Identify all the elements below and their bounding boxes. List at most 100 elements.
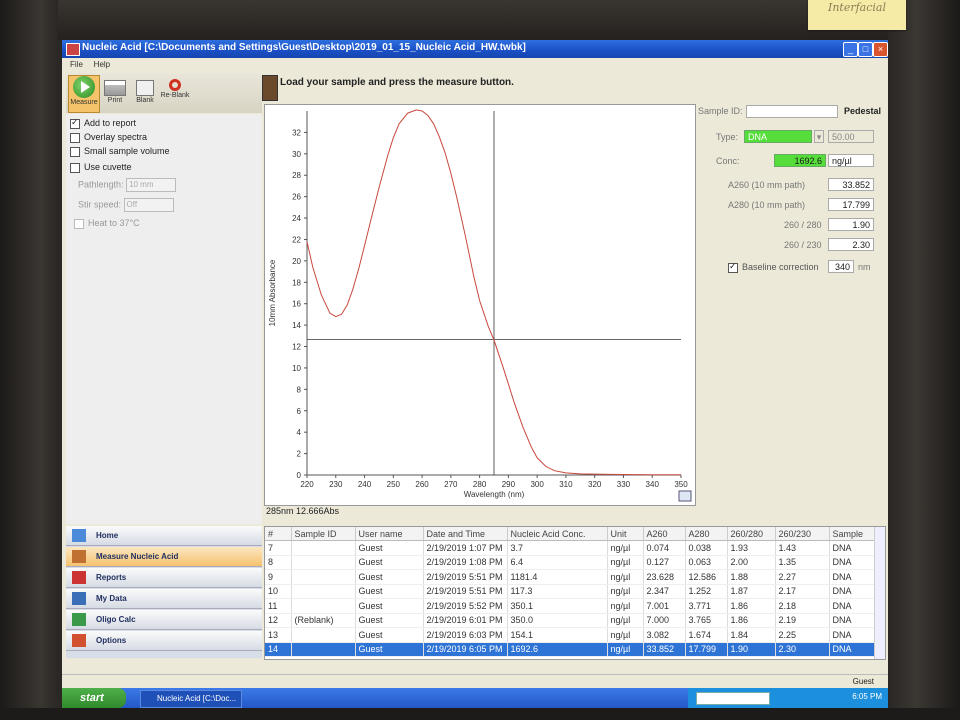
table-cell: 3.7: [507, 540, 608, 556]
window-title: Nucleic Acid [C:\Documents and Settings\…: [82, 42, 526, 53]
options-panel: Add to report Overlay spectra Small samp…: [66, 114, 262, 524]
table-cell: 1.87: [727, 584, 776, 599]
table-cell: DNA: [829, 627, 876, 643]
sample-id-input[interactable]: [746, 105, 838, 118]
type-select[interactable]: DNA: [744, 130, 812, 143]
y-tick-label: 26: [292, 193, 301, 202]
checkbox-icon: [74, 218, 84, 229]
table-cell: [291, 569, 356, 585]
pathlength-select[interactable]: 10 mm: [126, 178, 177, 192]
small-sample-checkbox[interactable]: Small sample volume: [70, 146, 170, 157]
use-cuvette-label: Use cuvette: [84, 162, 132, 172]
table-cell: 2/19/2019 5:51 PM: [423, 584, 508, 599]
sample-results-panel: Sample ID: Pedestal Type: DNA ▾ 50.00 Co…: [696, 104, 888, 524]
overlay-spectra-checkbox[interactable]: Overlay spectra: [70, 132, 147, 143]
heat-checkbox[interactable]: Heat to 37°C: [74, 218, 140, 229]
table-row[interactable]: 10 Guest 2/19/2019 5:51 PM 117.3 ng/µl 2.347 1…: [265, 584, 876, 599]
table-scrollbar[interactable]: [874, 527, 885, 659]
taskbar-item-nucleic-acid[interactable]: Nucleic Acid [C:\Doc...: [140, 690, 242, 708]
y-tick-label: 4: [297, 428, 302, 437]
column-header[interactable]: Sample: [829, 527, 876, 541]
menu-file[interactable]: File: [70, 58, 83, 72]
table-row[interactable]: 9 Guest 2/19/2019 5:51 PM 1181.4 ng/µl 23.628…: [265, 569, 876, 585]
minimize-button[interactable]: _: [843, 42, 858, 57]
table-cell: [291, 598, 356, 614]
status-bar: Guest: [62, 674, 888, 689]
table-cell: (Reblank): [291, 613, 356, 628]
nav-measure-nucleic-acid[interactable]: Measure Nucleic Acid: [66, 547, 262, 567]
type-dropdown-arrow-icon[interactable]: ▾: [814, 130, 824, 143]
table-cell: 2.30: [775, 642, 830, 657]
table-cell: [291, 555, 356, 570]
spectrum-plot[interactable]: 220 230 240 250 260 270 280 290 300 310 320 330 340 3…: [264, 104, 696, 506]
print-button[interactable]: Print: [100, 75, 130, 111]
column-header[interactable]: Nucleic Acid Conc.: [507, 527, 608, 541]
table-cell: 1.86: [727, 613, 776, 628]
instruction-text: Load your sample and press the measure b…: [280, 77, 514, 88]
table-row[interactable]: 7 Guest 2/19/2019 1:07 PM 3.7 ng/µl 0.074 0.03…: [265, 540, 876, 556]
table-row[interactable]: 12 (Reblank) Guest 2/19/2019 6:01 PM 350.0 ng…: [265, 613, 876, 628]
zoom-out-button[interactable]: [678, 490, 692, 502]
table-cell: 2/19/2019 1:08 PM: [423, 555, 508, 570]
y-tick-label: 10: [292, 364, 301, 373]
small-sample-label: Small sample volume: [84, 146, 170, 156]
add-to-report-checkbox[interactable]: Add to report: [70, 117, 136, 129]
pathlength-label: Pathlength:: [78, 179, 124, 190]
nav-oligo-calc[interactable]: Oligo Calc: [66, 610, 262, 630]
blank-button[interactable]: Blank: [130, 75, 160, 111]
ratio-260-280-value: 1.90: [828, 218, 874, 231]
baseline-correction-checkbox[interactable]: Baseline correction: [728, 261, 819, 273]
table-cell: 1.35: [775, 555, 830, 570]
conc-unit-select[interactable]: ng/µl: [828, 154, 874, 167]
table-cell: 2/19/2019 6:03 PM: [423, 627, 508, 643]
maximize-button[interactable]: □: [858, 42, 873, 57]
app-icon: [66, 43, 80, 56]
conc-label: Conc:: [716, 156, 740, 166]
reblank-button[interactable]: Re-Blank: [160, 75, 190, 111]
stir-speed-select[interactable]: Off: [123, 198, 174, 212]
table-cell: Guest: [355, 642, 424, 657]
table-cell: [291, 642, 356, 657]
table-cell: 1.252: [685, 584, 728, 599]
column-header[interactable]: 260/230: [775, 527, 830, 541]
table-cell: DNA: [829, 555, 876, 570]
menu-help[interactable]: Help: [94, 58, 110, 72]
column-header[interactable]: A260: [643, 527, 686, 541]
conc-value: 1692.6: [774, 154, 826, 167]
table-cell: 9: [265, 569, 292, 585]
y-tick-label: 6: [297, 407, 302, 416]
column-header[interactable]: #: [265, 527, 292, 541]
a280-value: 17.799: [828, 198, 874, 211]
reports-icon: [72, 571, 86, 584]
table-row[interactable]: 13 Guest 2/19/2019 6:03 PM 154.1 ng/µl 3.082 1…: [265, 627, 876, 643]
nav-reports[interactable]: Reports: [66, 568, 262, 588]
table-body: 7 Guest 2/19/2019 1:07 PM 3.7 ng/µl 0.074 0.03…: [265, 540, 876, 657]
table-cell: 12.586: [685, 569, 728, 585]
baseline-label: Baseline correction: [742, 262, 819, 272]
table-row[interactable]: 11 Guest 2/19/2019 5:52 PM 350.1 ng/µl 7.001 3…: [265, 598, 876, 614]
column-header[interactable]: Date and Time: [423, 527, 508, 541]
play-icon: [73, 76, 95, 98]
baseline-nm-input[interactable]: 340: [828, 260, 854, 273]
nav-home[interactable]: Home: [66, 526, 262, 546]
table-row[interactable]: 8 Guest 2/19/2019 1:08 PM 6.4 ng/µl 0.127 0.06…: [265, 555, 876, 570]
column-header[interactable]: User name: [355, 527, 424, 541]
column-header[interactable]: A280: [685, 527, 728, 541]
table-row[interactable]: 14 Guest 2/19/2019 6:05 PM 1692.6 ng/µl 33.85…: [265, 642, 876, 657]
table-cell: 2.18: [775, 598, 830, 614]
use-cuvette-checkbox[interactable]: Use cuvette: [70, 162, 132, 173]
x-tick-label: 310: [559, 480, 573, 489]
tray-search-input[interactable]: [696, 692, 770, 705]
nav-my-data[interactable]: My Data: [66, 589, 262, 609]
column-header[interactable]: Sample ID: [291, 527, 356, 541]
sticky-note-text: Interfacial: [827, 1, 886, 14]
table-cell: 13: [265, 627, 292, 643]
column-header[interactable]: 260/280: [727, 527, 776, 541]
close-button[interactable]: ×: [873, 42, 888, 57]
table-cell: 23.628: [643, 569, 686, 585]
spectrum-chart[interactable]: 220 230 240 250 260 270 280 290 300 310 320 330 340 3…: [265, 105, 695, 505]
start-button[interactable]: start: [62, 688, 126, 708]
measure-button[interactable]: Measure: [68, 75, 100, 113]
column-header[interactable]: Unit: [607, 527, 644, 541]
nav-options[interactable]: Options: [66, 631, 262, 651]
